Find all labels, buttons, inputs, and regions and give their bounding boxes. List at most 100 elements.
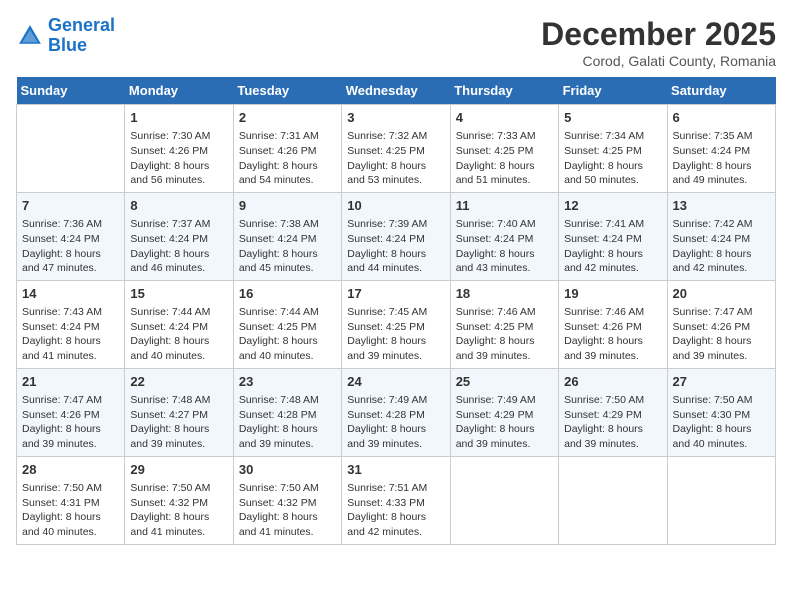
calendar-cell: 26 Sunrise: 7:50 AMSunset: 4:29 PMDayligh… (559, 368, 667, 456)
day-info: Sunrise: 7:43 AMSunset: 4:24 PMDaylight:… (22, 305, 119, 364)
day-number: 18 (456, 285, 553, 303)
calendar-cell: 25Sunrise: 7:49 AMSunset: 4:29 PMDayligh… (450, 368, 558, 456)
header-day-monday: Monday (125, 77, 233, 105)
calendar-cell: 9 Sunrise: 7:38 AMSunset: 4:24 PMDaylight… (233, 192, 341, 280)
day-number: 2 (239, 109, 336, 127)
calendar-cell: 2 Sunrise: 7:31 AMSunset: 4:26 PMDaylight… (233, 105, 341, 193)
calendar-cell: 31 Sunrise: 7:51 AMSunset: 4:33 PMDayligh… (342, 456, 450, 544)
day-number: 27 (673, 373, 770, 391)
calendar-cell: 15 Sunrise: 7:44 AMSunset: 4:24 PMDayligh… (125, 280, 233, 368)
logo-line1: General (48, 15, 115, 35)
day-number: 14 (22, 285, 119, 303)
header-day-tuesday: Tuesday (233, 77, 341, 105)
day-info: Sunrise: 7:48 AMSunset: 4:28 PMDaylight:… (239, 393, 336, 452)
day-info: Sunrise: 7:46 AMSunset: 4:26 PMDaylight:… (564, 305, 661, 364)
calendar-cell: 29 Sunrise: 7:50 AMSunset: 4:32 PMDayligh… (125, 456, 233, 544)
day-info: Sunrise: 7:50 AMSunset: 4:32 PMDaylight:… (130, 481, 227, 540)
day-number: 28 (22, 461, 119, 479)
calendar-table: SundayMondayTuesdayWednesdayThursdayFrid… (16, 77, 776, 545)
header-day-thursday: Thursday (450, 77, 558, 105)
calendar-cell: 28 Sunrise: 7:50 AMSunset: 4:31 PMDayligh… (17, 456, 125, 544)
logo: General Blue (16, 16, 115, 56)
day-info: Sunrise: 7:46 AMSunset: 4:25 PMDaylight:… (456, 305, 553, 364)
day-info: Sunrise: 7:50 AMSunset: 4:30 PMDaylight:… (673, 393, 770, 452)
day-info: Sunrise: 7:47 AMSunset: 4:26 PMDaylight:… (673, 305, 770, 364)
day-number: 16 (239, 285, 336, 303)
day-number: 21 (22, 373, 119, 391)
day-info: Sunrise: 7:50 AMSunset: 4:29 PMDaylight:… (564, 393, 661, 452)
calendar-cell: 23 Sunrise: 7:48 AMSunset: 4:28 PMDayligh… (233, 368, 341, 456)
day-number: 8 (130, 197, 227, 215)
calendar-cell: 3Sunrise: 7:32 AMSunset: 4:25 PMDaylight… (342, 105, 450, 193)
logo-icon (16, 22, 44, 50)
day-number: 3 (347, 109, 444, 127)
header-day-wednesday: Wednesday (342, 77, 450, 105)
day-info: Sunrise: 7:31 AMSunset: 4:26 PMDaylight:… (239, 129, 336, 188)
day-number: 22 (130, 373, 227, 391)
title-area: December 2025 Corod, Galati County, Roma… (541, 16, 776, 69)
day-number: 12 (564, 197, 661, 215)
calendar-header-row: SundayMondayTuesdayWednesdayThursdayFrid… (17, 77, 776, 105)
calendar-week-3: 14 Sunrise: 7:43 AMSunset: 4:24 PMDayligh… (17, 280, 776, 368)
day-info: Sunrise: 7:49 AMSunset: 4:29 PMDaylight:… (456, 393, 553, 452)
header: General Blue December 2025 Corod, Galati… (16, 16, 776, 69)
day-number: 1 (130, 109, 227, 127)
calendar-week-4: 21Sunrise: 7:47 AMSunset: 4:26 PMDayligh… (17, 368, 776, 456)
day-number: 23 (239, 373, 336, 391)
day-info: Sunrise: 7:36 AMSunset: 4:24 PMDaylight:… (22, 217, 119, 276)
day-number: 11 (456, 197, 553, 215)
calendar-cell: 10Sunrise: 7:39 AMSunset: 4:24 PMDayligh… (342, 192, 450, 280)
day-number: 4 (456, 109, 553, 127)
day-info: Sunrise: 7:44 AMSunset: 4:24 PMDaylight:… (130, 305, 227, 364)
logo-line2: Blue (48, 35, 87, 55)
day-info: Sunrise: 7:45 AMSunset: 4:25 PMDaylight:… (347, 305, 444, 364)
day-info: Sunrise: 7:37 AMSunset: 4:24 PMDaylight:… (130, 217, 227, 276)
day-number: 20 (673, 285, 770, 303)
day-info: Sunrise: 7:51 AMSunset: 4:33 PMDaylight:… (347, 481, 444, 540)
day-number: 26 (564, 373, 661, 391)
calendar-cell: 22Sunrise: 7:48 AMSunset: 4:27 PMDayligh… (125, 368, 233, 456)
calendar-subtitle: Corod, Galati County, Romania (541, 53, 776, 69)
header-day-saturday: Saturday (667, 77, 775, 105)
day-info: Sunrise: 7:38 AMSunset: 4:24 PMDaylight:… (239, 217, 336, 276)
calendar-cell (17, 105, 125, 193)
day-info: Sunrise: 7:42 AMSunset: 4:24 PMDaylight:… (673, 217, 770, 276)
day-number: 6 (673, 109, 770, 127)
day-info: Sunrise: 7:44 AMSunset: 4:25 PMDaylight:… (239, 305, 336, 364)
calendar-cell: 6 Sunrise: 7:35 AMSunset: 4:24 PMDaylight… (667, 105, 775, 193)
calendar-cell: 20 Sunrise: 7:47 AMSunset: 4:26 PMDayligh… (667, 280, 775, 368)
calendar-cell: 13 Sunrise: 7:42 AMSunset: 4:24 PMDayligh… (667, 192, 775, 280)
calendar-cell: 5Sunrise: 7:34 AMSunset: 4:25 PMDaylight… (559, 105, 667, 193)
day-info: Sunrise: 7:39 AMSunset: 4:24 PMDaylight:… (347, 217, 444, 276)
day-number: 9 (239, 197, 336, 215)
calendar-cell (559, 456, 667, 544)
day-info: Sunrise: 7:35 AMSunset: 4:24 PMDaylight:… (673, 129, 770, 188)
day-number: 24 (347, 373, 444, 391)
calendar-cell: 30 Sunrise: 7:50 AMSunset: 4:32 PMDayligh… (233, 456, 341, 544)
calendar-week-5: 28 Sunrise: 7:50 AMSunset: 4:31 PMDayligh… (17, 456, 776, 544)
day-info: Sunrise: 7:49 AMSunset: 4:28 PMDaylight:… (347, 393, 444, 452)
day-number: 29 (130, 461, 227, 479)
day-number: 13 (673, 197, 770, 215)
calendar-cell: 27 Sunrise: 7:50 AMSunset: 4:30 PMDayligh… (667, 368, 775, 456)
header-day-friday: Friday (559, 77, 667, 105)
calendar-cell (667, 456, 775, 544)
day-info: Sunrise: 7:41 AMSunset: 4:24 PMDaylight:… (564, 217, 661, 276)
calendar-cell: 17 Sunrise: 7:45 AMSunset: 4:25 PMDayligh… (342, 280, 450, 368)
calendar-week-2: 7Sunrise: 7:36 AMSunset: 4:24 PMDaylight… (17, 192, 776, 280)
day-number: 17 (347, 285, 444, 303)
day-number: 15 (130, 285, 227, 303)
day-number: 30 (239, 461, 336, 479)
calendar-week-1: 1 Sunrise: 7:30 AMSunset: 4:26 PMDaylight… (17, 105, 776, 193)
day-number: 31 (347, 461, 444, 479)
day-info: Sunrise: 7:30 AMSunset: 4:26 PMDaylight:… (130, 129, 227, 188)
calendar-cell: 24 Sunrise: 7:49 AMSunset: 4:28 PMDayligh… (342, 368, 450, 456)
logo-text: General Blue (48, 16, 115, 56)
calendar-cell: 7Sunrise: 7:36 AMSunset: 4:24 PMDaylight… (17, 192, 125, 280)
day-info: Sunrise: 7:33 AMSunset: 4:25 PMDaylight:… (456, 129, 553, 188)
day-number: 5 (564, 109, 661, 127)
day-info: Sunrise: 7:50 AMSunset: 4:31 PMDaylight:… (22, 481, 119, 540)
day-info: Sunrise: 7:50 AMSunset: 4:32 PMDaylight:… (239, 481, 336, 540)
calendar-cell: 12 Sunrise: 7:41 AMSunset: 4:24 PMDayligh… (559, 192, 667, 280)
calendar-cell: 18 Sunrise: 7:46 AMSunset: 4:25 PMDayligh… (450, 280, 558, 368)
